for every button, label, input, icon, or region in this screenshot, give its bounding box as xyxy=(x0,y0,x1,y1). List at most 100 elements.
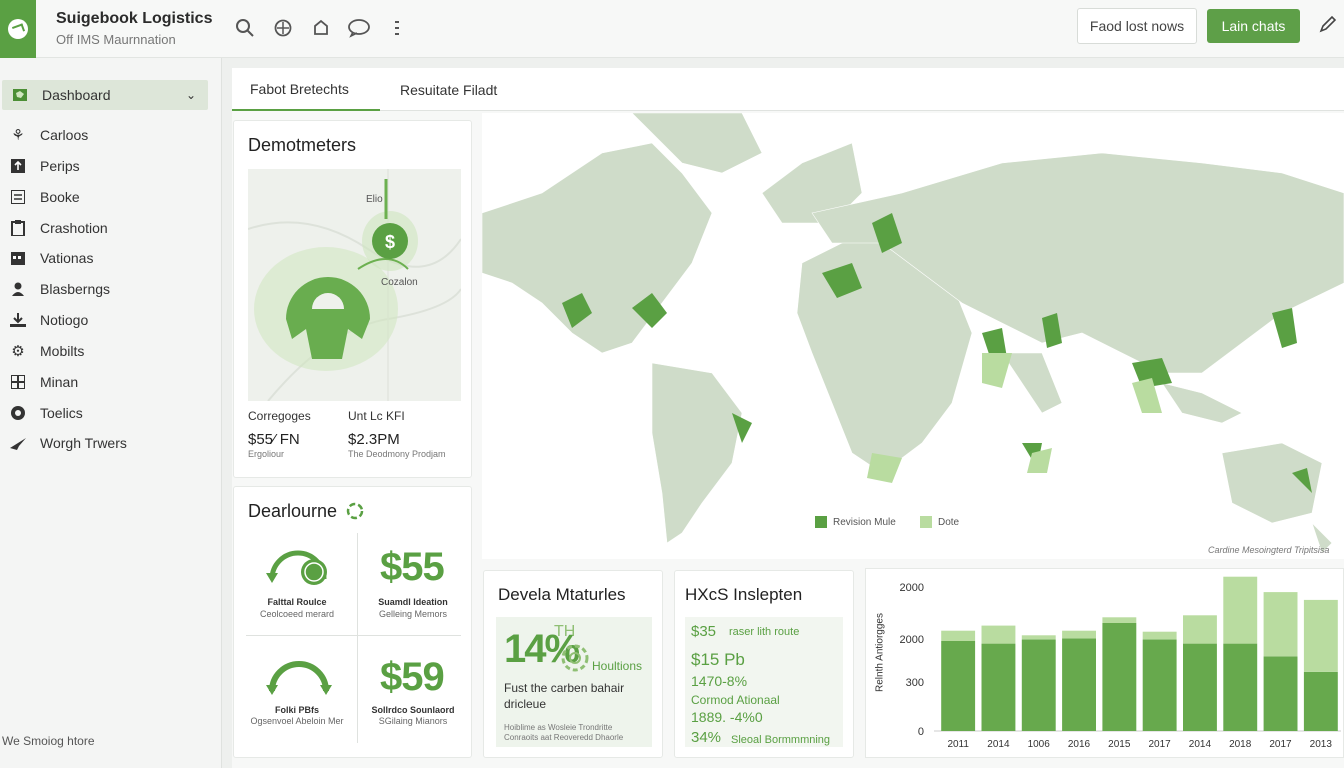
kpi-sub: Gelleing Memors xyxy=(378,609,448,619)
sidebar-item-label: Notiogo xyxy=(40,312,89,328)
devela-side-label: Houltions xyxy=(592,659,643,673)
sidebar-item-label: Toelics xyxy=(40,405,83,421)
secondary-button[interactable]: Faod lost nows xyxy=(1077,8,1197,44)
toolbar-icons xyxy=(232,15,410,41)
sidebar-item-dashboard[interactable]: Dashboard ⌄ xyxy=(2,80,208,110)
sidebar-item-label: Perips xyxy=(40,158,80,174)
sidebar-item-carloos[interactable]: ⚘ Carloos xyxy=(0,120,222,150)
chevron-down-icon[interactable]: ⌄ xyxy=(186,88,196,102)
bar-segment[interactable] xyxy=(1102,623,1137,731)
clipboard-icon xyxy=(9,219,27,237)
bar-segment[interactable] xyxy=(1223,576,1258,644)
search-icon[interactable] xyxy=(232,15,258,41)
book-icon xyxy=(9,188,27,206)
kpi-sub: SGilaing Mianors xyxy=(378,716,448,726)
bar-segment[interactable] xyxy=(1062,630,1096,639)
kpi-label: Suamdl Ideation xyxy=(378,597,448,607)
devela-suffix: TH xyxy=(554,623,576,640)
bar-segment[interactable] xyxy=(1223,643,1258,731)
hxcs-card: HXcS Inslepten $35 raser lith route $15 … xyxy=(674,570,854,758)
card-title: Demotmeters xyxy=(248,135,357,155)
grid-icon xyxy=(9,373,27,391)
chat-icon[interactable] xyxy=(346,15,372,41)
devela-line: dricleue xyxy=(504,697,547,711)
bar-segment[interactable] xyxy=(941,630,976,641)
top-bar: Suigebook Logistics Off IMS Maurnnation … xyxy=(0,0,1344,58)
devela-line: Fust the carben bahair xyxy=(504,681,625,695)
sidebar-item-booke[interactable]: Booke xyxy=(0,182,222,212)
bar-chart-card: Relnth Antiorgges 2000 2000 300 0 2011 2014 10… xyxy=(865,568,1344,758)
map-marker-label-1: Elio xyxy=(366,194,383,205)
bar-segment[interactable] xyxy=(981,625,1016,644)
sidebar-item-crashotion[interactable]: Crashotion xyxy=(0,213,222,243)
kpi-value: $55 xyxy=(380,545,445,589)
svg-text:$: $ xyxy=(385,232,395,252)
cycle-gauge-icon xyxy=(264,651,334,702)
sidebar-item-perips[interactable]: Perips xyxy=(0,151,222,181)
puzzle-icon[interactable] xyxy=(308,15,334,41)
bar-segment[interactable] xyxy=(1062,638,1096,731)
bar-segment[interactable] xyxy=(1021,635,1056,640)
sidebar-item-worgh-trwers[interactable]: Worgh Trwers xyxy=(0,428,222,458)
kpi-sub: Ceolcoeed merard xyxy=(259,609,335,619)
devela-card: Devela Mtaturles 14% TH Houltions Fust t… xyxy=(483,570,663,758)
sidebar-item-blasberngs[interactable]: Blasberngs xyxy=(0,274,222,304)
tab-fabot-bretechts[interactable]: Fabot Bretechts xyxy=(232,68,380,111)
devela-foot: Hoiblime as Wosleie Trondritte xyxy=(504,723,613,732)
gear-icon: ⚙ xyxy=(11,343,25,360)
sidebar-item-label: Dashboard xyxy=(42,87,111,103)
sidebar-item-toelics[interactable]: Toelics xyxy=(0,398,222,428)
target-icon[interactable] xyxy=(270,15,296,41)
sidebar-item-vationas[interactable]: Vationas xyxy=(0,243,222,273)
kpi-label: Folki PBfs xyxy=(274,705,319,715)
bar-segment[interactable] xyxy=(1263,592,1298,657)
map-legend-item: Revision Mule xyxy=(815,516,896,528)
x-tick-label: 2016 xyxy=(1068,739,1091,750)
primary-button[interactable]: Lain chats xyxy=(1207,9,1300,43)
hxcs-value: 1889. -4%0 xyxy=(691,709,763,725)
more-icon[interactable] xyxy=(384,15,410,41)
app-logo[interactable] xyxy=(0,0,36,58)
app-title: Suigebook Logistics xyxy=(56,10,213,27)
upload-icon xyxy=(9,157,27,175)
bar-segment[interactable] xyxy=(1303,599,1338,672)
bar-segment[interactable] xyxy=(1021,639,1056,732)
hxcs-value: 1470-8% xyxy=(691,673,748,689)
bar-segment[interactable] xyxy=(1142,631,1177,640)
world-map[interactable] xyxy=(481,112,1344,559)
sidebar-footer: We Smoiog htore xyxy=(2,734,95,748)
hxcs-value: $35 xyxy=(691,623,717,640)
bar-segment[interactable] xyxy=(941,641,976,731)
y-tick-label: 2000 xyxy=(900,582,924,594)
divider xyxy=(246,635,461,636)
devela-foot: Conraoits aat Reoveredd Dhaorle xyxy=(504,733,624,742)
bar-segment[interactable] xyxy=(1102,617,1137,623)
sidebar-item-notiogo[interactable]: Notiogo xyxy=(0,305,222,335)
map-legend-item: Dote xyxy=(920,516,959,528)
x-tick-label: 2017 xyxy=(1269,739,1292,750)
bar-segment[interactable] xyxy=(1142,639,1177,732)
calendar-icon xyxy=(9,249,27,267)
bar-segment[interactable] xyxy=(1303,671,1338,731)
bar-segment[interactable] xyxy=(1183,643,1217,731)
bar-chart[interactable]: 2000 2000 300 0 2011 2014 1006 2016 2015 2017 2014… xyxy=(866,569,1344,759)
kpi-label: Falttal Roulce xyxy=(267,597,327,607)
sidebar-item-label: Carloos xyxy=(40,127,89,143)
bar-segment[interactable] xyxy=(1263,656,1298,731)
sidebar-item-minan[interactable]: Minan xyxy=(0,367,222,397)
stat-label: Unt Lc KFI xyxy=(348,409,405,423)
refresh-gauge-icon xyxy=(264,539,334,594)
sidebar-item-mobilts[interactable]: ⚙ Mobilts xyxy=(0,336,222,366)
x-tick-label: 2017 xyxy=(1148,739,1171,750)
bar-segment[interactable] xyxy=(981,643,1016,731)
app-subtitle: Off IMS Maurnnation xyxy=(56,32,176,47)
y-tick-label: 2000 xyxy=(900,634,924,646)
bar-segment[interactable] xyxy=(1183,615,1217,644)
sidebar-item-label: Minan xyxy=(40,374,79,390)
x-tick-label: 2014 xyxy=(1189,739,1212,750)
x-tick-label: 2015 xyxy=(1108,739,1131,750)
y-tick-label: 0 xyxy=(918,726,924,738)
tab-resuitate-filadt[interactable]: Resuitate Filadt xyxy=(382,68,515,111)
edit-icon[interactable] xyxy=(1318,14,1338,40)
hxcs-note: raser lith route xyxy=(729,626,800,638)
